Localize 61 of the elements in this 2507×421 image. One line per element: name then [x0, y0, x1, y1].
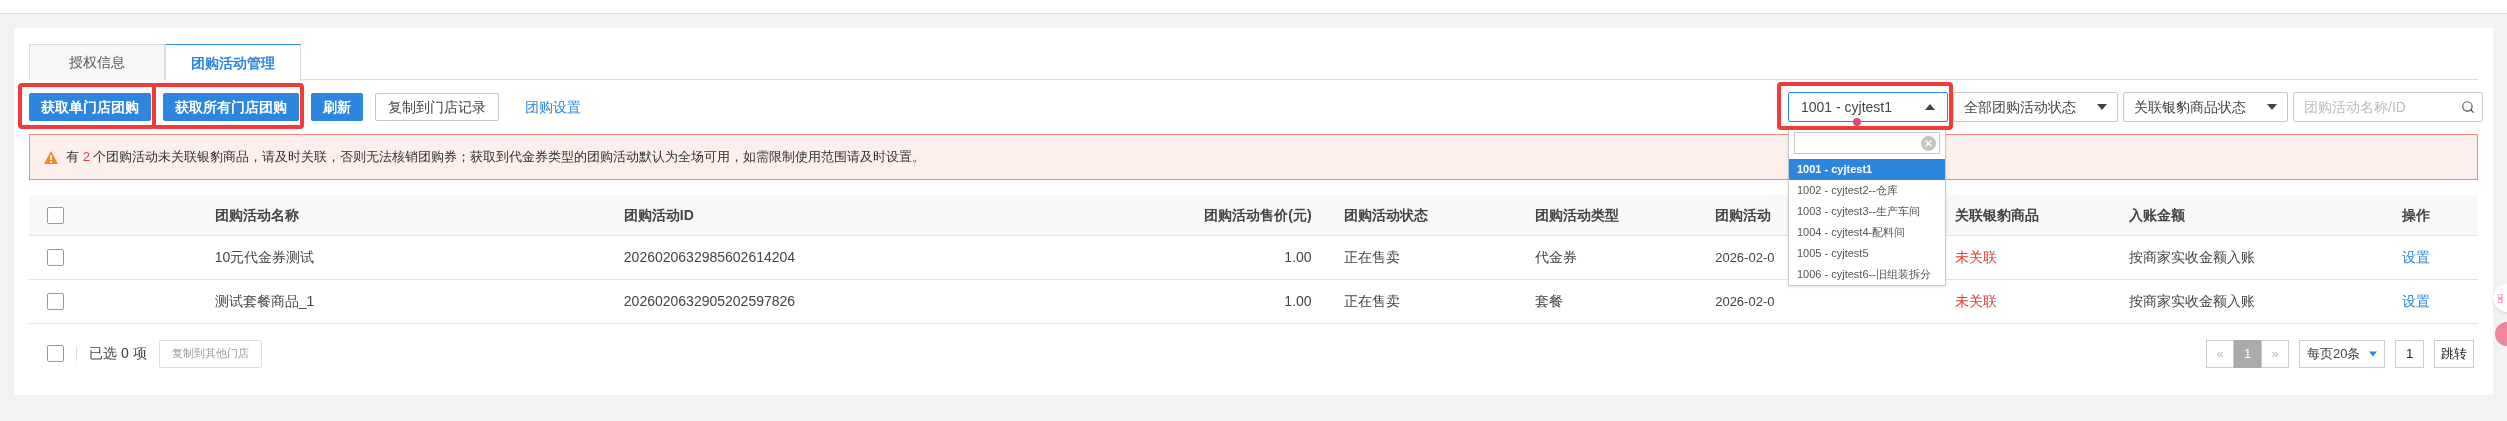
toolbar-button[interactable]: 获取所有门店团购: [163, 93, 299, 121]
dropdown-option[interactable]: 1002 - cyjtest2--仓库: [1789, 180, 1945, 201]
column-header: 团购活动售价(元): [1204, 206, 1312, 223]
column-header: 团购活动状态: [1343, 206, 1428, 223]
checkbox[interactable]: [47, 293, 64, 310]
page-input[interactable]: 1: [2395, 339, 2424, 368]
caret-icon: [2267, 104, 2277, 110]
store-select[interactable]: 1001 - cyjtest1: [1788, 92, 1948, 122]
tab[interactable]: 团购活动管理: [165, 44, 301, 81]
table-cell: 代金券: [1535, 249, 1578, 265]
table-cell: 正在售卖: [1343, 249, 1400, 265]
link-status: 未关联: [1954, 293, 1997, 309]
checkbox[interactable]: [47, 345, 64, 362]
settings-link[interactable]: 设置: [2402, 249, 2431, 265]
column-header: 团购活动类型: [1535, 206, 1620, 223]
toolbar-button[interactable]: 复制到门店记录: [375, 93, 499, 121]
dropdown-option[interactable]: 1001 - cyjtest1: [1789, 159, 1945, 180]
search-field[interactable]: 团购活动名称/ID: [2293, 92, 2483, 122]
table-cell: 2026020632985602614204: [623, 249, 796, 265]
table-cell: 2026-02-0: [1715, 249, 1775, 265]
table-cell: 按商家实收金额入账: [2129, 249, 2256, 265]
settings-link[interactable]: 设置: [2402, 293, 2431, 309]
selected-count: 已选 0 项: [89, 344, 147, 363]
search-icon[interactable]: [2461, 100, 2475, 114]
settings-link[interactable]: 团购设置: [511, 99, 595, 115]
link-status: 未关联: [1954, 249, 1997, 265]
caret-icon: [2369, 350, 2377, 357]
table-cell: 1.00: [1284, 293, 1312, 309]
checkbox[interactable]: [47, 249, 64, 266]
filter-select[interactable]: 关联银豹商品状态: [2123, 92, 2288, 122]
table-cell: 2026-02-0: [1715, 293, 1775, 309]
table-cell: 1.00: [1284, 249, 1312, 265]
table-cell: 正在售卖: [1343, 293, 1400, 309]
checkbox[interactable]: [47, 206, 64, 224]
toolbar-button[interactable]: 获取单门店团购: [29, 93, 151, 121]
dropdown-option[interactable]: 1005 - cyjtest5: [1789, 243, 1945, 264]
page-size-select[interactable]: 每页20条: [2299, 339, 2385, 368]
tab[interactable]: 授权信息: [29, 44, 165, 80]
table-cell: 套餐: [1535, 293, 1564, 309]
caret-icon: [1925, 104, 1935, 110]
column-header: 团购活动名称: [214, 206, 299, 223]
table-cell: 10元代金券测试: [214, 249, 315, 265]
column-header: 团购活动ID: [623, 206, 694, 223]
warning-text: 有 2 个团购活动未关联银豹商品，请及时关联，否则无法核销团购券；获取到代金券类型的团购活动默认为全场可用，如需限制使用范围请及时设置。: [66, 148, 926, 167]
dropdown-option[interactable]: 1006 - cyjtest6--旧组装拆分: [1789, 264, 1945, 285]
table-cell: 测试套餐商品_1: [214, 293, 315, 309]
dropdown-search-field[interactable]: [1794, 132, 1940, 154]
jump-button[interactable]: 跳转: [2434, 339, 2474, 368]
dropdown-option[interactable]: 1003 - cyjtest3--生产车间: [1789, 201, 1945, 222]
column-header: 入账金额: [2129, 206, 2186, 223]
table-cell: 按商家实收金额入账: [2129, 293, 2256, 309]
filter-select[interactable]: 全部团购活动状态: [1953, 92, 2118, 122]
dropdown-option[interactable]: 1004 - cyjtest4-配料间: [1789, 222, 1945, 243]
table-cell: 2026020632905202597826: [623, 293, 796, 309]
clear-icon[interactable]: [1921, 135, 1936, 151]
warning-icon: [44, 150, 58, 164]
toolbar-button[interactable]: 刷新: [311, 93, 363, 121]
column-header: 操作: [2402, 206, 2431, 223]
column-header: 团购活动: [1715, 206, 1772, 223]
caret-icon: [2097, 104, 2107, 110]
column-header: 关联银豹商品: [1954, 206, 2039, 223]
